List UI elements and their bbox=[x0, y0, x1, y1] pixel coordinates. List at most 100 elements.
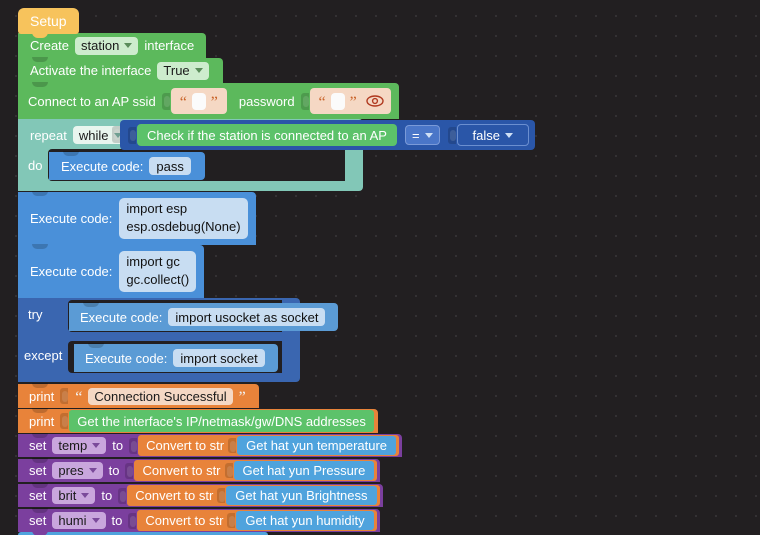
block-connect-ap[interactable]: Connect to an AP ssid “ ” password “ ” bbox=[18, 82, 399, 119]
to-label: to bbox=[108, 463, 120, 478]
execute-gc-prefix: Execute code: bbox=[30, 264, 113, 279]
ssid-text-block[interactable]: “ ” bbox=[170, 88, 227, 114]
block-convert-to-str[interactable]: Convert to str Get hat yun Brightness bbox=[127, 485, 380, 506]
eye-icon[interactable] bbox=[366, 95, 384, 107]
execute-gc-code[interactable]: import gc gc.collect() bbox=[119, 251, 197, 292]
activate-interface-dropdown[interactable]: True bbox=[157, 61, 209, 80]
compare-operator-dropdown[interactable]: = bbox=[404, 125, 440, 145]
block-set-variable[interactable]: set humi to Convert to str Get hat yun h… bbox=[18, 508, 380, 532]
block-logic-compare[interactable]: Check if the station is connected to an … bbox=[120, 120, 535, 150]
block-print-connection[interactable]: print “ Connection Successful ” bbox=[18, 383, 259, 408]
block-execute-pass[interactable]: Execute code: pass bbox=[49, 151, 205, 180]
block-create-interface[interactable]: Create station interface bbox=[18, 32, 207, 58]
convert-label: Convert to str bbox=[145, 513, 224, 528]
connection-text-input[interactable]: Connection Successful bbox=[88, 387, 233, 405]
block-get-sensor[interactable]: Get hat yun humidity bbox=[236, 511, 374, 530]
except-label: except bbox=[24, 347, 63, 363]
open-quote-icon: “ bbox=[318, 93, 326, 111]
execute-pass-code[interactable]: pass bbox=[149, 157, 191, 175]
execute-usocket-prefix: Execute code: bbox=[80, 309, 163, 325]
block-convert-to-str[interactable]: Convert to str Get hat yun Pressure bbox=[134, 460, 378, 481]
password-input[interactable] bbox=[330, 92, 345, 110]
print-label: print bbox=[29, 413, 55, 429]
block-execute-socket[interactable]: Execute code: import socket bbox=[74, 343, 278, 372]
do-label: do bbox=[28, 157, 43, 173]
variable-name: brit bbox=[58, 488, 77, 503]
execute-esp-code[interactable]: import esp esp.osdebug(None) bbox=[119, 198, 248, 239]
get-addresses-label: Get the interface's IP/netmask/gw/DNS ad… bbox=[77, 413, 366, 429]
sensor-label: Get hat yun Pressure bbox=[242, 463, 366, 478]
except-label-wrap: except bbox=[22, 345, 64, 365]
to-label: to bbox=[111, 513, 123, 528]
set-value-socket bbox=[129, 437, 138, 454]
execute-usocket-code[interactable]: import usocket as socket bbox=[168, 308, 326, 326]
set-value-socket bbox=[118, 487, 127, 504]
hat-block-setup[interactable]: Setup bbox=[18, 8, 79, 34]
create-interface-dropdown-value: station bbox=[81, 38, 120, 53]
password-socket bbox=[300, 92, 309, 110]
block-convert-to-str[interactable]: Convert to str Get hat yun temperature bbox=[138, 435, 400, 456]
ssid-socket bbox=[161, 92, 170, 110]
to-label: to bbox=[112, 438, 124, 453]
ssid-input[interactable] bbox=[191, 92, 206, 110]
block-check-station-connected[interactable]: Check if the station is connected to an … bbox=[137, 124, 397, 146]
block-text-connection-successful[interactable]: “ Connection Successful ” bbox=[69, 385, 252, 407]
try-label-wrap: try bbox=[26, 304, 44, 324]
close-quote-icon: ” bbox=[349, 93, 357, 111]
sensor-label: Get hat yun temperature bbox=[246, 438, 388, 453]
chevron-down-icon bbox=[124, 43, 133, 48]
repeat-mode-value: while bbox=[78, 127, 109, 143]
execute-socket-code[interactable]: import socket bbox=[173, 349, 265, 367]
compare-right-socket bbox=[447, 126, 456, 144]
sensor-label: Get hat yun Brightness bbox=[235, 488, 368, 503]
print-value-socket bbox=[60, 388, 69, 404]
variable-dropdown[interactable]: humi bbox=[52, 512, 106, 529]
hat-block-label: Setup bbox=[30, 13, 67, 29]
variable-dropdown[interactable]: brit bbox=[52, 487, 96, 504]
blockly-workspace[interactable]: Setup Create station interface Activate … bbox=[0, 0, 760, 535]
repeat-condition-socket bbox=[112, 126, 120, 143]
sensor-label: Get hat yun humidity bbox=[245, 513, 365, 528]
connect-ap-prefix-label: Connect to an AP ssid bbox=[28, 93, 156, 109]
close-quote-icon: ” bbox=[210, 93, 218, 111]
boolean-false-dropdown[interactable]: false bbox=[467, 126, 519, 144]
block-get-sensor[interactable]: Get hat yun Pressure bbox=[233, 461, 375, 480]
open-quote-icon: “ bbox=[179, 93, 187, 111]
chevron-down-icon bbox=[88, 468, 97, 473]
chevron-down-icon bbox=[424, 132, 433, 138]
block-get-sensor[interactable]: Get hat yun temperature bbox=[237, 436, 397, 455]
set-value-socket bbox=[125, 462, 134, 479]
convert-value-socket bbox=[227, 513, 236, 528]
boolean-false-value: false bbox=[472, 127, 500, 143]
block-execute-gc[interactable]: Execute code: import gc gc.collect() bbox=[18, 244, 205, 298]
variable-dropdown[interactable]: temp bbox=[52, 437, 107, 454]
block-set-variable[interactable]: set temp to Convert to str Get hat yun t… bbox=[18, 433, 403, 457]
block-execute-usocket[interactable]: Execute code: import usocket as socket bbox=[69, 302, 339, 331]
block-convert-to-str[interactable]: Convert to str Get hat yun humidity bbox=[137, 510, 377, 531]
block-print-addresses[interactable]: print Get the interface's IP/netmask/gw/… bbox=[18, 408, 378, 433]
set-value-socket bbox=[128, 512, 137, 529]
block-set-variable[interactable]: set brit to Convert to str Get hat yun B… bbox=[18, 483, 383, 507]
convert-label: Convert to str bbox=[142, 463, 221, 478]
block-set-variable[interactable]: set pres to Convert to str Get hat yun P… bbox=[18, 458, 381, 482]
activate-prefix-label: Activate the interface bbox=[30, 63, 152, 78]
compare-operator-value: = bbox=[411, 127, 420, 143]
try-label: try bbox=[28, 306, 43, 322]
repeat-label: repeat bbox=[30, 127, 67, 143]
block-execute-esp[interactable]: Execute code: import esp esp.osdebug(Non… bbox=[18, 191, 256, 245]
password-text-block[interactable]: “ ” bbox=[309, 88, 391, 114]
open-quote-icon: “ bbox=[75, 388, 83, 406]
block-get-sensor[interactable]: Get hat yun Brightness bbox=[226, 486, 377, 505]
execute-gc-code-line-1: import gc bbox=[126, 254, 180, 270]
variable-dropdown[interactable]: pres bbox=[52, 462, 103, 479]
block-boolean-false[interactable]: false bbox=[456, 124, 529, 146]
block-get-interface-addresses[interactable]: Get the interface's IP/netmask/gw/DNS ad… bbox=[69, 410, 374, 432]
create-interface-dropdown[interactable]: station bbox=[75, 36, 139, 55]
chevron-down-icon bbox=[92, 443, 101, 448]
block-activate-interface[interactable]: Activate the interface True bbox=[18, 57, 223, 83]
compare-left-socket bbox=[128, 126, 136, 144]
set-label: set bbox=[29, 438, 47, 453]
close-quote-icon: ” bbox=[238, 388, 246, 406]
variable-name: humi bbox=[58, 513, 87, 528]
execute-esp-prefix: Execute code: bbox=[30, 211, 113, 226]
